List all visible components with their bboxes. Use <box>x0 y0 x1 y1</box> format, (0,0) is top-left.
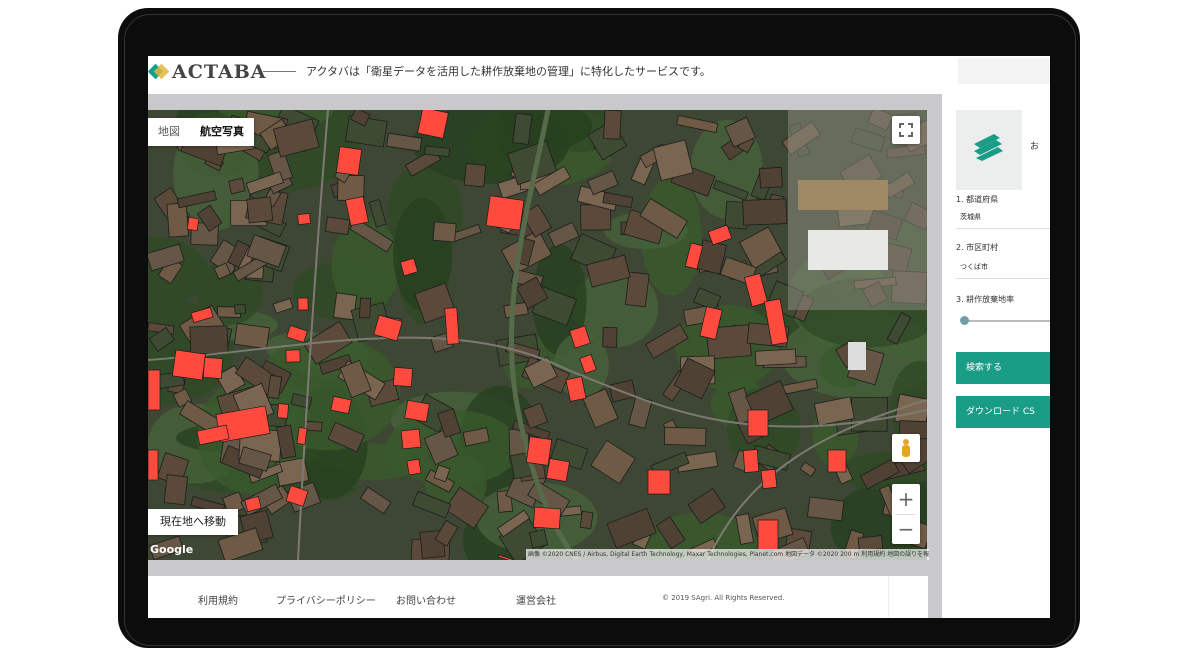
abandonment-rate-slider-handle[interactable] <box>960 316 969 325</box>
footer-link-privacy[interactable]: プライバシーポリシー <box>276 592 376 607</box>
footer-link-company[interactable]: 運営会社 <box>516 592 556 607</box>
download-csv-button[interactable]: ダウンロード CS <box>956 396 1050 428</box>
map-type-roadmap-tab[interactable]: 地図 <box>148 118 190 146</box>
tagline-divider <box>263 71 296 72</box>
prefecture-select[interactable]: 茨城県 <box>956 208 1050 229</box>
abandonment-rate-slider-track[interactable] <box>964 320 1050 322</box>
municipality-label: 2. 市区町村 <box>956 243 999 252</box>
municipality-select[interactable]: つくば市 <box>956 258 1050 279</box>
logo-text: ACTABA <box>172 61 267 83</box>
fullscreen-icon <box>899 123 913 137</box>
map-attribution: 画像 ©2020 CNES / Airbus, Digital Earth Te… <box>526 549 929 560</box>
panel-cut-text: お <box>1030 142 1040 152</box>
street-view-pegman-icon[interactable] <box>892 434 920 462</box>
move-to-current-location-button[interactable]: 現在地へ移動 <box>148 509 238 535</box>
footer-link-contact[interactable]: お問い合わせ <box>396 592 456 607</box>
zoom-out-button[interactable]: − <box>892 514 920 544</box>
prefecture-value: 茨城県 <box>960 213 981 221</box>
footer-copyright: © 2019 SAgri. All Rights Reserved. <box>662 594 785 602</box>
zoom-in-button[interactable]: + <box>892 484 920 514</box>
footer-right-area <box>888 576 928 618</box>
zoom-control: + − <box>892 484 920 544</box>
satellite-map[interactable] <box>148 110 927 560</box>
map-imagery <box>148 110 927 560</box>
map-type-control: 地図 航空写真 <box>148 118 254 146</box>
google-logo: Google <box>150 543 194 556</box>
header-right-area <box>958 58 1050 84</box>
panel-logo-box <box>956 110 1022 190</box>
map-type-satellite-tab[interactable]: 航空写真 <box>190 118 254 146</box>
logo-mark-icon <box>148 62 170 82</box>
actaba-logo[interactable]: ACTABA <box>148 61 267 83</box>
municipality-value: つくば市 <box>960 263 988 271</box>
search-panel: お 1. 都道府県 茨城県 2. 市区町村 つくば市 3. 耕作放棄地率 検索す… <box>942 94 1050 618</box>
stripes-logo-icon <box>974 134 1003 161</box>
site-header: ACTABA アクタバは「衛星データを活用した耕作放棄地の管理」に特化したサービ… <box>148 56 1050 88</box>
search-button[interactable]: 検索する <box>956 352 1050 384</box>
site-footer: 利用規約 プライバシーポリシー お問い合わせ 運営会社 © 2019 SAgri… <box>148 576 927 618</box>
prefecture-label: 1. 都道府県 <box>956 195 999 204</box>
fullscreen-button[interactable] <box>892 116 920 144</box>
browser-screen: ACTABA アクタバは「衛星データを活用した耕作放棄地の管理」に特化したサービ… <box>148 56 1050 618</box>
tagline: アクタバは「衛星データを活用した耕作放棄地の管理」に特化したサービスです。 <box>306 65 711 78</box>
footer-link-terms[interactable]: 利用規約 <box>198 592 238 607</box>
abandonment-rate-label: 3. 耕作放棄地率 <box>956 295 1015 304</box>
